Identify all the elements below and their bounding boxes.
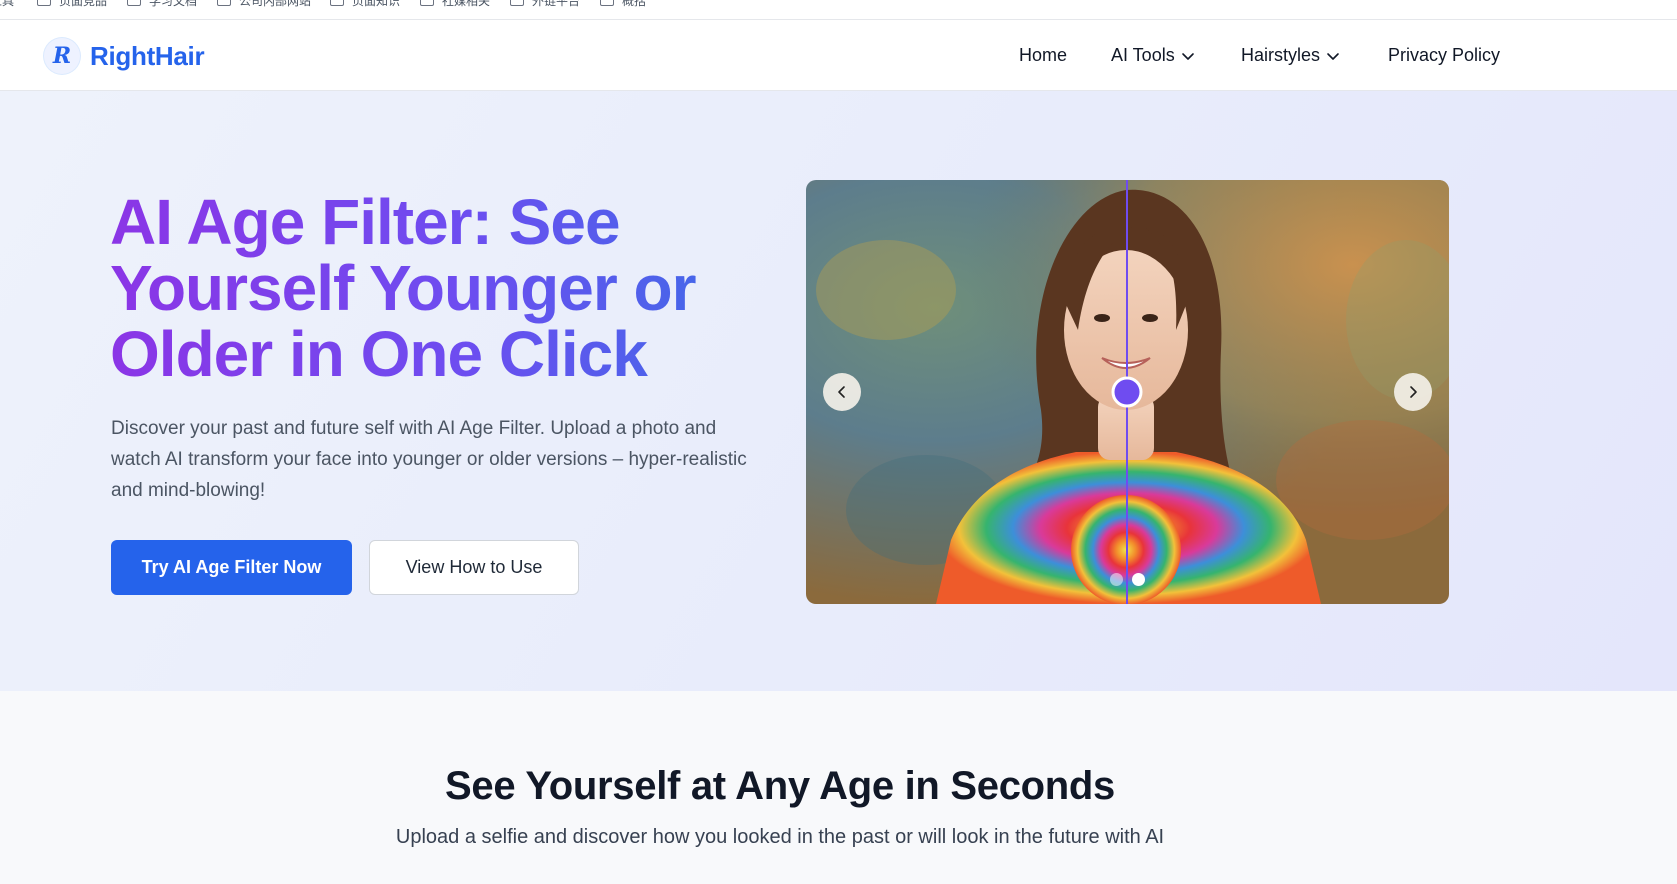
bookmark-item[interactable]: 外链平台 [510,0,580,9]
folder-icon [37,0,51,6]
bookmark-item[interactable]: 工具 [0,0,14,9]
section-subtitle: Upload a selfie and discover how you loo… [395,826,1165,848]
folder-icon [420,0,434,6]
bookmark-item[interactable]: 页面知识 [330,0,400,9]
folder-icon [330,0,344,6]
slide-indicator-1[interactable] [1110,573,1123,586]
section-title: See Yourself at Any Age in Seconds [445,764,1115,808]
hero-subtitle: Discover your past and future self with … [111,418,747,501]
hero-section: AI Age Filter: See Yourself Younger or O… [0,91,1677,691]
slide-indicator-2[interactable] [1132,573,1145,586]
bookmark-item[interactable]: 社媒相关 [420,0,490,9]
folder-icon [217,0,231,6]
brand-name: RightHair [90,40,205,71]
chevron-right-icon [1410,386,1417,398]
chevron-left-icon [838,386,845,398]
folder-icon [510,0,524,6]
slider-next-button[interactable] [1394,373,1432,411]
chevron-down-icon [1327,52,1339,60]
chevron-down-icon [1181,52,1194,60]
slider-prev-button[interactable] [823,373,861,411]
logo-mark-icon: R [44,38,80,74]
nav-privacy-policy[interactable]: Privacy Policy [1388,45,1500,66]
before-after-image [806,180,1449,604]
brand-logo[interactable]: R RightHair [44,38,205,74]
nav-hairstyles[interactable]: Hairstyles [1241,45,1340,66]
features-intro-section: See Yourself at Any Age in Seconds Uploa… [0,691,1677,884]
logo-letter: R [52,43,71,69]
bookmark-item[interactable]: 概括 [600,0,646,9]
site-header: R RightHair Home AI Tools Hairstyles Pri… [0,20,1677,91]
hero-title: AI Age Filter: See Yourself Younger or O… [110,189,750,387]
bookmark-item[interactable]: 学习文档 [127,0,197,9]
folder-icon [127,0,141,6]
bookmark-item[interactable]: 公司内部网站 [217,0,311,9]
view-how-to-use-button[interactable]: View How to Use [369,540,579,595]
folder-icon [600,0,614,6]
nav-ai-tools[interactable]: AI Tools [1111,45,1195,66]
try-ai-age-filter-button[interactable]: Try AI Age Filter Now [111,540,352,595]
nav-home[interactable]: Home [1019,45,1067,66]
bookmark-bar: 工具 页面竞品 学习文档 公司内部网站 页面知识 社媒相关 外链平台 概括 [0,0,1677,20]
before-after-slider[interactable] [806,180,1449,604]
bookmark-item[interactable]: 页面竞品 [37,0,107,9]
